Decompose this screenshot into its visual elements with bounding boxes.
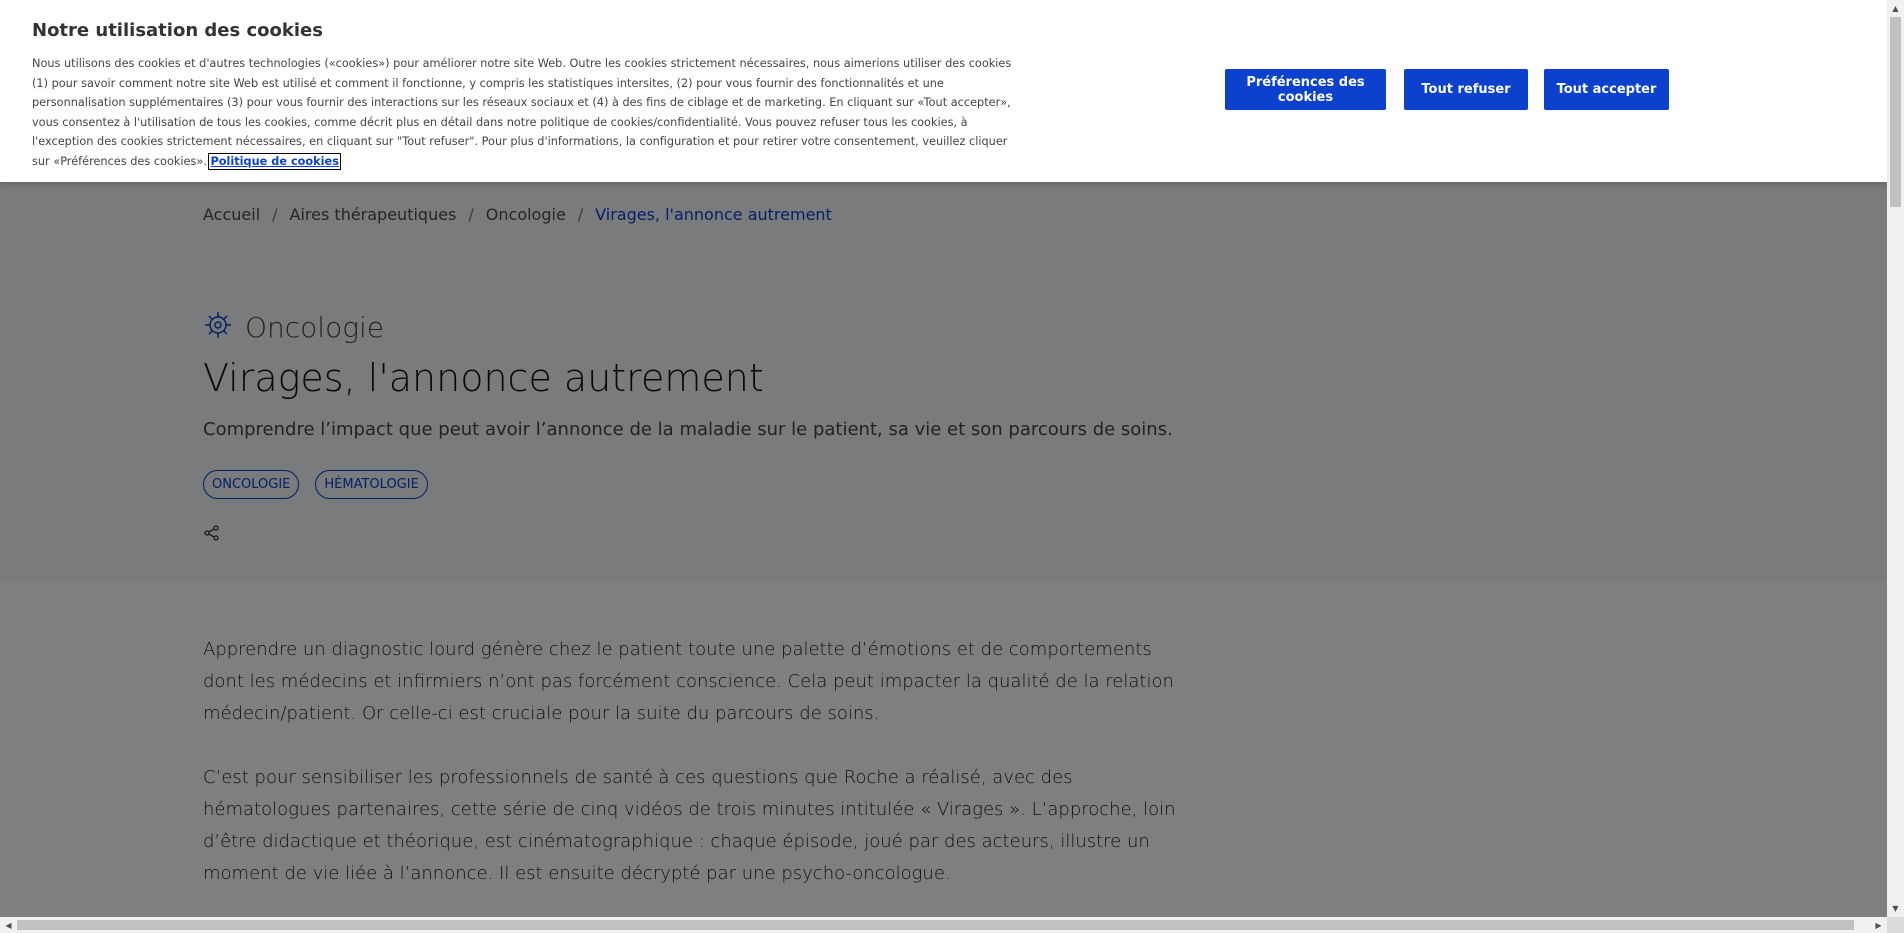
vertical-scrollbar-thumb[interactable] (1890, 17, 1901, 207)
scroll-up-icon[interactable]: ▲ (1887, 0, 1904, 17)
horizontal-scrollbar-thumb[interactable] (17, 920, 1854, 930)
cookie-preferences-button[interactable]: Préférences des cookies (1225, 69, 1386, 110)
cookie-banner-description: Nous utilisons des cookies et d'autres t… (32, 54, 1027, 172)
cookie-banner-text: Nous utilisons des cookies et d'autres t… (32, 57, 1012, 168)
accept-all-button[interactable]: Tout accepter (1544, 69, 1669, 110)
scroll-right-icon[interactable]: ▶ (1870, 917, 1887, 933)
cookie-policy-link[interactable]: Politique de cookies (208, 152, 341, 170)
horizontal-scrollbar[interactable]: ◀ ▶ (0, 917, 1887, 933)
scroll-left-icon[interactable]: ◀ (0, 917, 17, 933)
scrollbar-corner (1887, 917, 1904, 933)
refuse-all-button[interactable]: Tout refuser (1404, 69, 1528, 110)
vertical-scrollbar[interactable]: ▲ ▼ (1887, 0, 1904, 917)
cookie-banner: Notre utilisation des cookies Nous utili… (0, 0, 1887, 182)
scroll-down-icon[interactable]: ▼ (1887, 900, 1904, 917)
cookie-banner-title: Notre utilisation des cookies (32, 20, 323, 41)
